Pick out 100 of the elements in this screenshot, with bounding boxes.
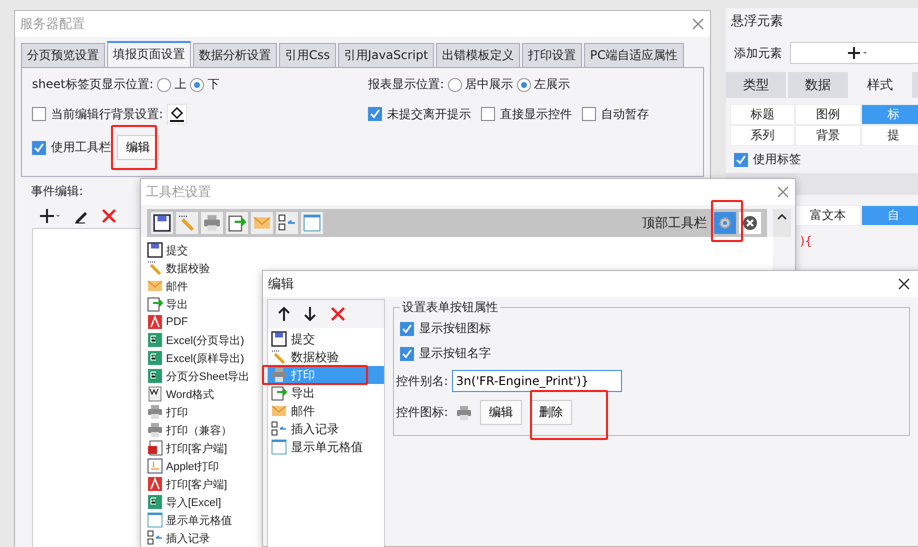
- save-icon: [271, 331, 287, 347]
- checkbox[interactable]: [734, 152, 748, 166]
- scroll-up-icon[interactable]: [777, 213, 787, 221]
- toolbar-item[interactable]: 导出: [147, 295, 191, 313]
- toolbar-item[interactable]: 打印[客户端]: [147, 439, 230, 457]
- checkbox-label: 直接显示控件: [500, 106, 572, 122]
- checkbox[interactable]: [481, 107, 495, 121]
- tab[interactable]: 引用Css: [279, 43, 336, 67]
- list-item[interactable]: 显示单元格值: [268, 438, 384, 456]
- add-icon[interactable]: [39, 208, 61, 224]
- field-label: sheet标签页显示位置:: [32, 76, 154, 93]
- tab[interactable]: 类型: [726, 72, 786, 98]
- toolbar-item[interactable]: 打印（兼容）: [147, 421, 235, 439]
- delete-icon[interactable]: [330, 306, 346, 322]
- checkbox[interactable]: [32, 140, 46, 154]
- toolbar-item[interactable]: 邮件: [147, 277, 191, 295]
- window-title: 编辑: [268, 276, 294, 293]
- toolbar-item[interactable]: Excel(分页导出): [147, 331, 248, 349]
- toolbar-item[interactable]: 打印[客户端]: [147, 475, 230, 493]
- alias-input[interactable]: 3n('FR-Engine_Print')}: [452, 370, 622, 392]
- paint-bucket-icon[interactable]: [167, 104, 188, 124]
- tab[interactable]: 打印设置: [522, 43, 582, 67]
- checkbox[interactable]: [400, 322, 414, 336]
- radio-label: 左展示: [534, 76, 570, 93]
- subtab[interactable]: 背景: [795, 125, 861, 146]
- field-label: 控件图标:: [396, 404, 448, 421]
- toolbar-item[interactable]: Applet打印: [147, 457, 222, 475]
- highlight-frame: [111, 125, 157, 170]
- applet-icon: [147, 458, 163, 474]
- down-arrow-icon[interactable]: [304, 306, 316, 322]
- toolbar-label: 顶部工具栏: [642, 215, 707, 232]
- printer-icon: [147, 404, 163, 420]
- pencil-icon: [147, 260, 163, 276]
- tab[interactable]: 引用JavaScript: [338, 43, 434, 67]
- subtab[interactable]: 提: [860, 125, 918, 146]
- add-icon: [847, 46, 869, 60]
- up-arrow-icon[interactable]: [278, 306, 290, 322]
- tab[interactable]: PC端自适应属性: [584, 43, 684, 67]
- subtab[interactable]: 标题: [730, 104, 796, 125]
- spreadsheet-icon: [147, 332, 163, 348]
- tab[interactable]: 填报页面设置: [107, 41, 191, 67]
- list-item[interactable]: 提交: [268, 330, 384, 348]
- edit-button[interactable]: 编辑: [480, 400, 522, 425]
- printer-icon: [203, 214, 221, 232]
- field-label: 控件别名:: [396, 372, 448, 390]
- export-icon: [228, 214, 246, 232]
- tab[interactable]: 分页预览设置: [21, 43, 105, 67]
- tab[interactable]: 数据分析设置: [193, 43, 277, 67]
- pencil-icon: [271, 349, 287, 365]
- checkbox[interactable]: [368, 107, 382, 121]
- list-item[interactable]: 插入记录: [268, 420, 384, 438]
- printer-icon: [456, 404, 472, 420]
- scrollbar[interactable]: [773, 209, 791, 237]
- checkbox-label: 当前编辑行背景设置:: [51, 106, 164, 122]
- subtab[interactable]: 系列: [730, 125, 796, 146]
- toolbar-item[interactable]: PDF: [147, 313, 191, 331]
- highlight-frame: [711, 200, 743, 242]
- field-label: 报表显示位置:: [368, 76, 444, 93]
- radio-button[interactable]: [517, 78, 532, 92]
- window-title: 服务器配置: [20, 16, 85, 33]
- toolbar-item[interactable]: 显示单元格值: [147, 511, 235, 529]
- flash-document-icon: [147, 440, 163, 456]
- edit-button[interactable]: 编辑: [117, 135, 159, 160]
- close-icon[interactable]: [898, 278, 910, 290]
- document-icon: [147, 386, 163, 402]
- delete-icon[interactable]: [101, 208, 117, 224]
- toolbar-item[interactable]: 提交: [147, 241, 191, 259]
- cell-icon: [271, 439, 287, 455]
- checkbox[interactable]: [582, 107, 596, 121]
- code-text: ){: [800, 234, 812, 248]
- checkbox-label: 显示按钮名字: [419, 345, 491, 362]
- toolbar-item[interactable]: 插入记录: [147, 529, 213, 547]
- toolbar-item[interactable]: Excel(原样导出): [147, 349, 248, 367]
- radio-button[interactable]: [448, 78, 462, 92]
- printer-icon: [271, 367, 287, 383]
- spreadsheet-icon: [147, 494, 163, 510]
- checkbox[interactable]: [400, 346, 414, 360]
- list-item[interactable]: 邮件: [268, 402, 384, 420]
- tab[interactable]: 数据: [788, 72, 848, 98]
- toolbar-item[interactable]: 数据校验: [147, 259, 213, 277]
- envelope-icon: [147, 278, 163, 294]
- list-item[interactable]: 导出: [268, 384, 384, 402]
- group-title: 设置表单按钮属性: [401, 299, 499, 316]
- toolbar-item[interactable]: 导入[Excel]: [147, 493, 224, 511]
- delete-button[interactable]: 删除: [530, 400, 572, 425]
- cell-icon: [303, 214, 321, 232]
- cell-icon: [147, 512, 163, 528]
- radio-button[interactable]: [190, 78, 204, 92]
- list-item[interactable]: 数据校验: [268, 348, 384, 366]
- checkbox-label: 未提交离开提示: [387, 106, 471, 122]
- subtab[interactable]: 富文本: [795, 205, 861, 226]
- subtab[interactable]: 图例: [795, 104, 861, 125]
- checkbox[interactable]: [32, 107, 46, 121]
- radio-button[interactable]: [157, 78, 172, 92]
- checkbox-label: 显示按钮图标: [419, 320, 491, 337]
- pdf-icon: [147, 314, 163, 330]
- tab[interactable]: 出错模板定义: [436, 43, 520, 67]
- toolbar-item[interactable]: Word格式: [147, 385, 218, 403]
- toolbar-item[interactable]: 分页分Sheet导出: [147, 367, 253, 385]
- toolbar-item[interactable]: 打印: [147, 403, 191, 421]
